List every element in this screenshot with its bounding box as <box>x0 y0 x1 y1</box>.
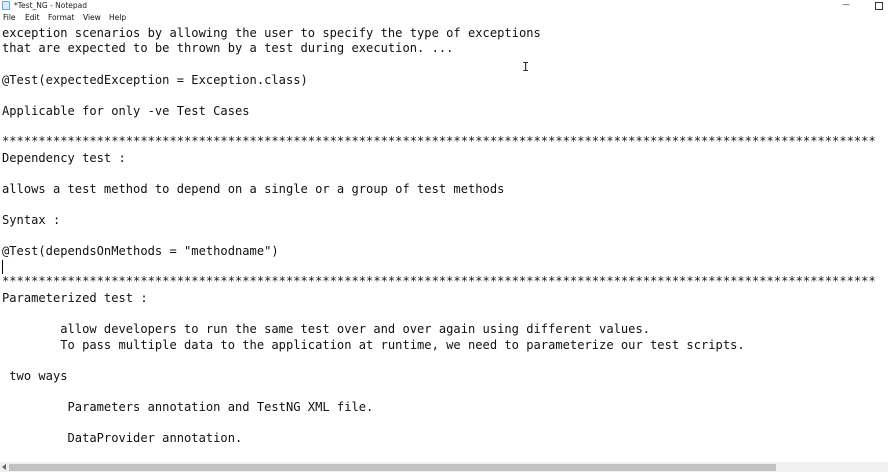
text-line: that are expected to be thrown by a test… <box>2 41 454 55</box>
maximize-button[interactable] <box>871 0 887 11</box>
menu-file[interactable]: File <box>3 11 16 24</box>
menu-view[interactable]: View <box>83 11 101 24</box>
text-line: Applicable for only -ve Test Cases <box>2 104 250 118</box>
text-line: To pass multiple data to the application… <box>2 338 745 352</box>
text-caret <box>2 260 3 274</box>
menu-help[interactable]: Help <box>109 11 126 24</box>
scroll-thumb[interactable] <box>9 464 776 471</box>
text-line: Syntax : <box>2 213 61 227</box>
menu-edit[interactable]: Edit <box>25 11 40 24</box>
text-editor[interactable]: exception scenarios by allowing the user… <box>0 24 888 462</box>
text-line: Parameterized test : <box>2 291 148 305</box>
text-line: Parameters annotation and TestNG XML fil… <box>2 400 374 414</box>
separator-line: ****************************************… <box>2 274 876 288</box>
maximize-icon <box>875 2 883 10</box>
text-line: @Test(expectedException = Exception.clas… <box>2 73 308 87</box>
text-line: allows a test method to depend on a sing… <box>2 182 505 196</box>
text-line: Dependency test : <box>2 151 126 165</box>
menu-format[interactable]: Format <box>48 11 74 24</box>
text-line: @Test(dependsOnMethods = "methodname") <box>2 244 279 258</box>
text-line: allow developers to run the same test ov… <box>2 322 651 336</box>
scroll-left-arrow-icon[interactable] <box>2 464 6 470</box>
text-line: DataProvider annotation. <box>2 431 243 445</box>
window-title: *Test_NG - Notepad <box>14 1 88 10</box>
horizontal-scrollbar[interactable] <box>0 462 888 472</box>
text-line: two ways <box>2 369 68 383</box>
notepad-window: *Test_NG - Notepad — File Edit Format Vi… <box>0 0 888 472</box>
minimize-button[interactable]: — <box>838 0 854 11</box>
ibeam-cursor-icon: I <box>522 60 530 74</box>
separator-line: ****************************************… <box>2 134 876 148</box>
text-line: exception scenarios by allowing the user… <box>2 26 541 40</box>
notepad-icon <box>2 1 10 10</box>
title-bar[interactable]: *Test_NG - Notepad — <box>0 0 888 11</box>
menu-bar: File Edit Format View Help <box>0 11 888 24</box>
